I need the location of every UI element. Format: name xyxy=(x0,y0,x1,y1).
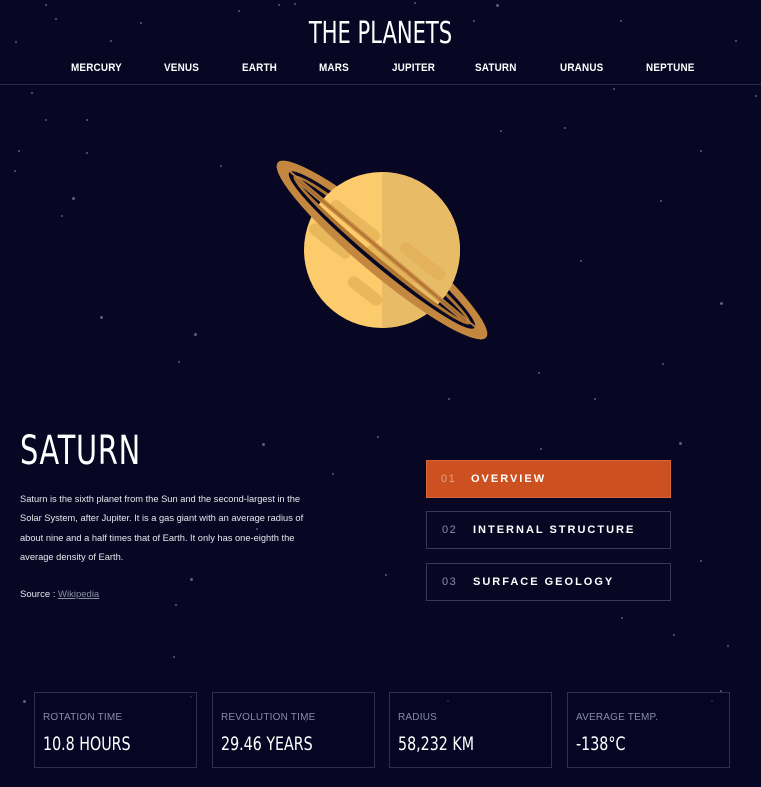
stat-label: AVERAGE TEMP. xyxy=(576,712,659,723)
star-dot xyxy=(100,316,103,319)
star-dot xyxy=(190,578,193,581)
nav-item-mars[interactable]: MARS xyxy=(319,62,349,74)
tab-overview[interactable]: 01 OVERVIEW xyxy=(426,460,671,498)
star-dot xyxy=(662,363,664,365)
star-dot xyxy=(31,92,33,94)
star-dot xyxy=(178,361,180,363)
stat-radius: RADIUS 58,232 KM xyxy=(389,692,552,768)
stat-value: 58,232 KM xyxy=(398,733,475,755)
star-dot xyxy=(621,617,623,619)
star-dot xyxy=(720,302,723,305)
star-dot xyxy=(500,130,502,132)
star-dot xyxy=(385,574,387,576)
star-dot xyxy=(194,333,197,336)
star-dot xyxy=(727,645,729,647)
stat-label: RADIUS xyxy=(398,712,437,723)
star-dot xyxy=(61,215,63,217)
nav-item-uranus[interactable]: URANUS xyxy=(560,62,603,74)
tab-label: OVERVIEW xyxy=(471,473,547,485)
stat-label: REVOLUTION TIME xyxy=(221,712,316,723)
tab-number: 03 xyxy=(442,576,458,588)
star-dot xyxy=(45,119,47,121)
nav-item-saturn[interactable]: SATURN xyxy=(475,62,517,74)
star-dot xyxy=(594,398,596,400)
tab-number: 01 xyxy=(441,473,457,485)
star-dot xyxy=(580,260,582,262)
star-dot xyxy=(332,473,334,475)
tab-label: INTERNAL STRUCTURE xyxy=(473,524,636,536)
star-dot xyxy=(564,127,566,129)
planet-description: Saturn is the sixth planet from the Sun … xyxy=(20,494,304,562)
star-dot xyxy=(660,200,662,202)
stat-rotation-time: ROTATION TIME 10.8 HOURS xyxy=(34,692,197,768)
site-logo[interactable]: THE PLANETS xyxy=(84,16,678,51)
star-dot xyxy=(173,656,175,658)
star-dot xyxy=(175,604,177,606)
star-dot xyxy=(18,150,20,152)
star-dot xyxy=(679,442,682,445)
nav-item-mercury[interactable]: MERCURY xyxy=(71,62,122,74)
star-dot xyxy=(86,119,88,121)
planet-title: SATURN xyxy=(20,428,141,474)
source-label: Source : xyxy=(20,589,59,600)
star-dot xyxy=(262,443,265,446)
stat-revolution-time: REVOLUTION TIME 29.46 YEARS xyxy=(212,692,375,768)
starfield-background xyxy=(0,0,761,787)
star-dot xyxy=(448,398,450,400)
planet-image xyxy=(265,140,505,375)
nav-item-jupiter[interactable]: JUPITER xyxy=(392,62,435,74)
star-dot xyxy=(538,372,540,374)
nav-item-neptune[interactable]: NEPTUNE xyxy=(646,62,695,74)
source-line: Source : Wikipedia xyxy=(20,589,99,600)
star-dot xyxy=(673,634,675,636)
star-dot xyxy=(86,152,88,154)
tab-internal-structure[interactable]: 02 INTERNAL STRUCTURE xyxy=(426,511,671,549)
stat-value: 29.46 YEARS xyxy=(221,733,313,755)
nav-item-earth[interactable]: EARTH xyxy=(242,62,277,74)
star-dot xyxy=(700,560,702,562)
star-dot xyxy=(540,448,542,450)
star-dot xyxy=(72,197,75,200)
saturn-icon xyxy=(276,160,488,340)
tab-surface-geology[interactable]: 03 SURFACE GEOLOGY xyxy=(426,563,671,601)
star-dot xyxy=(755,95,757,97)
star-dot xyxy=(377,436,379,438)
tab-label: SURFACE GEOLOGY xyxy=(473,576,615,588)
star-dot xyxy=(14,170,16,172)
planet-nav: MERCURY VENUS EARTH MARS JUPITER SATURN … xyxy=(0,62,761,78)
stat-label: ROTATION TIME xyxy=(43,712,123,723)
star-dot xyxy=(23,700,26,703)
stat-value: -138°C xyxy=(576,733,626,755)
star-dot xyxy=(700,150,702,152)
stat-value: 10.8 HOURS xyxy=(43,733,131,755)
star-dot xyxy=(220,165,222,167)
star-dot xyxy=(613,88,615,90)
site-header: THE PLANETS MERCURY VENUS EARTH MARS JUP… xyxy=(0,0,761,85)
stat-average-temp: AVERAGE TEMP. -138°C xyxy=(567,692,730,768)
wikipedia-link[interactable]: Wikipedia xyxy=(58,589,99,600)
tab-number: 02 xyxy=(442,524,458,536)
nav-item-venus[interactable]: VENUS xyxy=(164,62,199,74)
